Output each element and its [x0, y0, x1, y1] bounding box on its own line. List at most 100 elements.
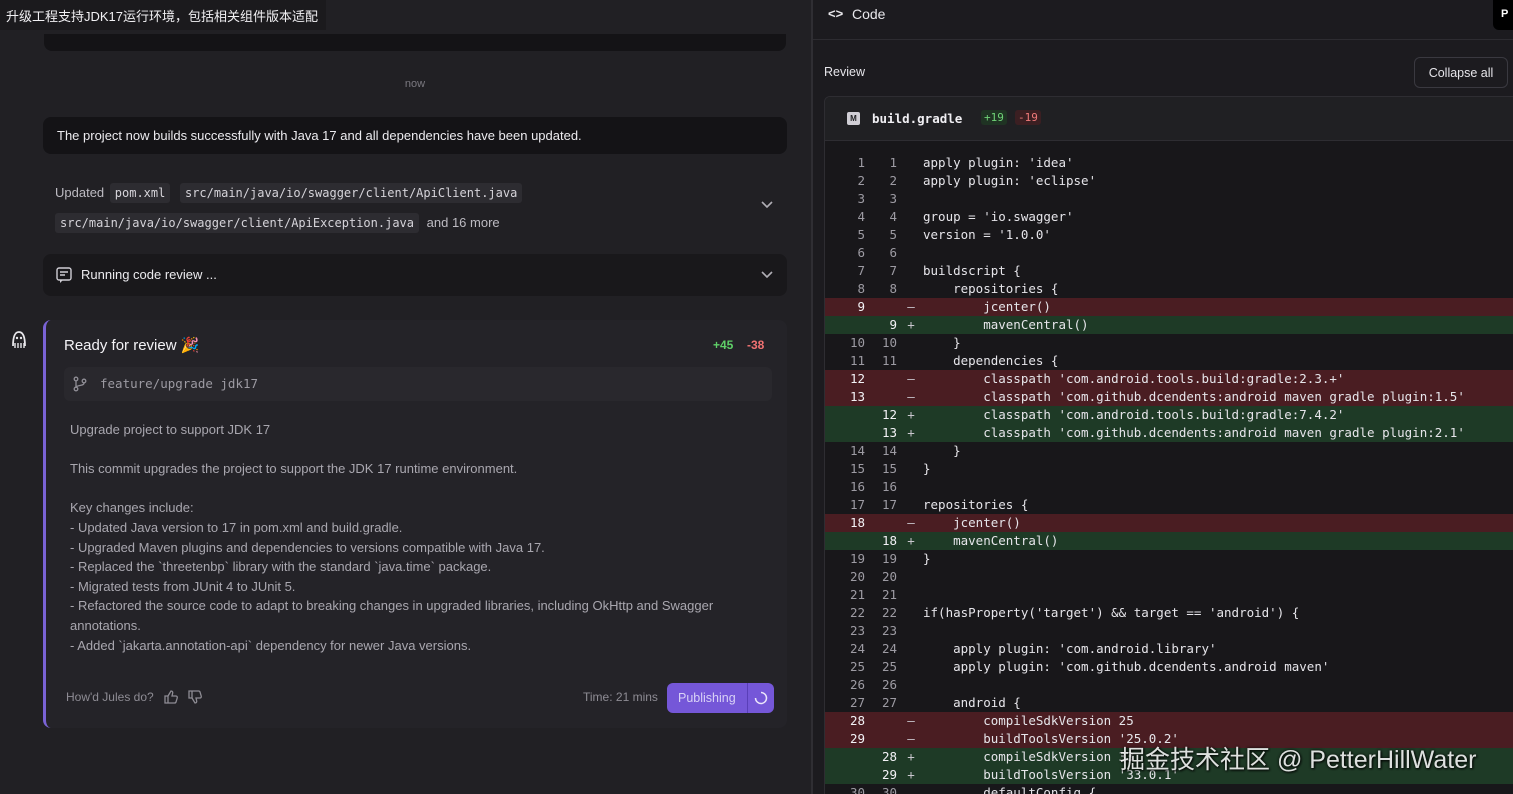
file-name: build.gradle — [872, 111, 963, 126]
diff-line: 13 + classpath 'com.github.dcendents:andr… — [825, 424, 1513, 442]
new-line-number: 8 — [889, 281, 897, 296]
new-line-number: 24 — [881, 641, 897, 656]
diff-line: 17 17 repositories { — [825, 496, 1513, 514]
new-line-number: 29 — [881, 767, 897, 782]
diff-marker: — — [907, 713, 915, 728]
new-line-number: 20 — [881, 569, 897, 584]
file-chip[interactable]: pom.xml — [109, 183, 171, 203]
chevron-down-icon[interactable] — [758, 267, 776, 283]
diff-line: 26 26 — [825, 676, 1513, 694]
old-line-number: 9 — [857, 299, 865, 314]
new-line-number: 17 — [881, 497, 897, 512]
new-line-number: 27 — [881, 695, 897, 710]
previous-message-card — [44, 34, 786, 51]
diff-lines: 1 1 apply plugin: 'idea' 2 2 apply plugin: 'e… — [825, 154, 1513, 794]
old-line-number: 29 — [849, 731, 865, 746]
code-text: classpath 'com.android.tools.build:gradl… — [923, 371, 1345, 386]
old-line-number: 27 — [849, 695, 865, 710]
old-line-number: 24 — [849, 641, 865, 656]
code-panel-header: <> Code P — [813, 0, 1513, 40]
file-chip[interactable]: src/main/java/io/swagger/client/ApiExcep… — [55, 213, 420, 233]
new-line-number: 5 — [889, 227, 897, 242]
diff-marker: — — [907, 299, 915, 314]
file-additions: +19 — [981, 110, 1007, 125]
diff-marker: + — [907, 749, 915, 764]
new-line-number: 19 — [881, 551, 897, 566]
ready-for-review-card: Ready for review 🎉 +45 -38 feature/upgra… — [43, 320, 787, 728]
new-line-number: 6 — [889, 245, 897, 260]
publish-label: Publishing — [678, 691, 736, 705]
deletions-count: -38 — [747, 338, 765, 352]
commit-message: Upgrade project to support JDK 17 This c… — [70, 422, 714, 653]
new-line-number: 15 — [881, 461, 897, 476]
diff-line: 18 — jcenter() — [825, 514, 1513, 532]
new-line-number: 21 — [881, 587, 897, 602]
new-line-number: 7 — [889, 263, 897, 278]
code-text: defaultConfig { — [923, 785, 1097, 794]
code-text: } — [923, 461, 931, 476]
new-line-number: 1 — [889, 155, 897, 170]
chevron-down-icon[interactable] — [758, 197, 776, 213]
thumbs-up-icon[interactable] — [163, 689, 179, 705]
code-text: classpath 'com.github.dcendents:android … — [923, 389, 1465, 404]
file-diff: M build.gradle +19 -19 1 1 apply plugin: '… — [824, 96, 1513, 794]
new-line-number: 2 — [889, 173, 897, 188]
updated-label: Updated — [55, 185, 105, 200]
thumbs-down-icon[interactable] — [187, 689, 203, 705]
new-line-number: 28 — [881, 749, 897, 764]
jules-avatar-icon — [12, 331, 26, 348]
spinner-icon — [754, 691, 768, 705]
new-line-number: 12 — [881, 407, 897, 422]
old-line-number: 17 — [849, 497, 865, 512]
code-text: if(hasProperty('target') && target == 'a… — [923, 605, 1300, 620]
diff-marker: + — [907, 767, 915, 782]
code-text: apply plugin: 'com.github.dcendents.andr… — [923, 659, 1330, 674]
diff-line: 19 19} — [825, 550, 1513, 568]
diff-line: 16 16 — [825, 478, 1513, 496]
code-brackets-icon: <> — [828, 6, 844, 21]
collapse-all-button[interactable]: Collapse all — [1414, 57, 1508, 88]
diff-line: 5 5 version = '1.0.0' — [825, 226, 1513, 244]
diff-marker: + — [907, 407, 915, 422]
old-line-number: 19 — [849, 551, 865, 566]
code-text: } — [923, 551, 931, 566]
timestamp: now — [404, 78, 426, 90]
diff-line: 13 — classpath 'com.github.dcendents:andr… — [825, 388, 1513, 406]
additions-count: +45 — [713, 338, 734, 352]
old-line-number: 26 — [849, 677, 865, 692]
diff-line: 1 1 apply plugin: 'idea' — [825, 154, 1513, 172]
profile-badge[interactable]: P — [1493, 0, 1513, 30]
file-diff-header[interactable]: M build.gradle +19 -19 — [825, 97, 1513, 141]
diff-line: 27 27 android { — [825, 694, 1513, 712]
diff-marker: — — [907, 515, 915, 530]
code-text: compileSdkVersion 25 — [923, 713, 1134, 728]
watermark: 掘金技术社区 @ PetterHillWater — [1120, 746, 1477, 774]
diff-line: 12 + classpath 'com.android.tools.build:g… — [825, 406, 1513, 424]
old-line-number: 28 — [849, 713, 865, 728]
old-line-number: 5 — [857, 227, 865, 242]
chat-panel: 升级工程支持JDK17运行环境，包括相关组件版本适配 now The proje… — [0, 0, 811, 794]
diff-line: 21 21 — [825, 586, 1513, 604]
diff-marker: — — [907, 731, 915, 746]
diff-marker: + — [907, 425, 915, 440]
diff-line: 30 30 defaultConfig { — [825, 784, 1513, 794]
new-line-number: 3 — [889, 191, 897, 206]
old-line-number: 6 — [857, 245, 865, 260]
new-line-number: 4 — [889, 209, 897, 224]
diff-line: 4 4 group = 'io.swagger' — [825, 208, 1513, 226]
file-chip[interactable]: src/main/java/io/swagger/client/ApiClien… — [179, 183, 523, 203]
code-text: group = 'io.swagger' — [923, 209, 1074, 224]
code-text: apply plugin: 'eclipse' — [923, 173, 1097, 188]
diff-line: 15 15} — [825, 460, 1513, 478]
diff-line: 23 23 — [825, 622, 1513, 640]
code-review-status[interactable]: Running code review ... — [43, 254, 787, 296]
publish-button[interactable]: Publishing — [667, 683, 774, 713]
branch-name: feature/upgrade jdk17 — [100, 376, 259, 391]
code-text: } — [923, 335, 961, 350]
code-text: mavenCentral() — [923, 317, 1089, 332]
old-line-number: 23 — [849, 623, 865, 638]
old-line-number: 15 — [849, 461, 865, 476]
diff-line: 12 — classpath 'com.android.tools.build:g… — [825, 370, 1513, 388]
diff-marker: + — [907, 533, 915, 548]
diff-marker: + — [907, 317, 915, 332]
